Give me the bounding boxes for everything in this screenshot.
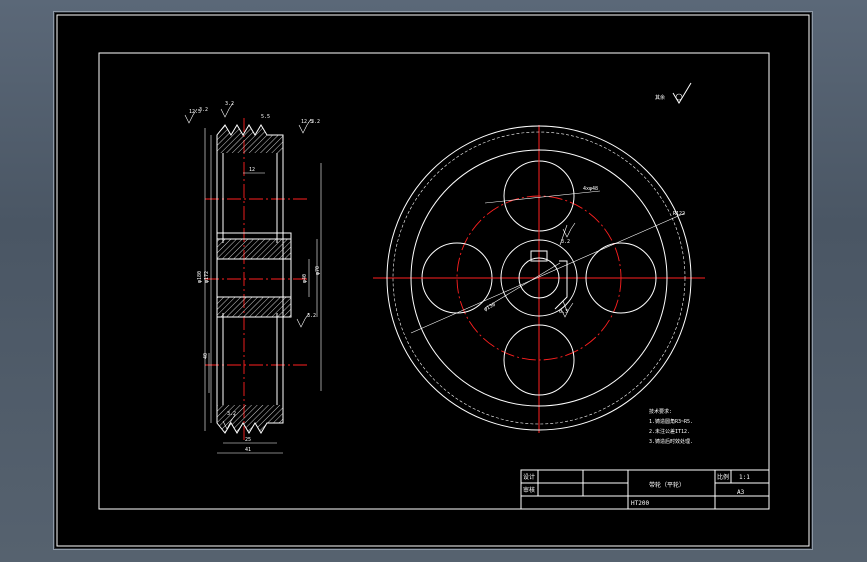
dim-top-2: 5.5 — [261, 114, 270, 120]
dim-width-25: 25 — [245, 437, 251, 443]
dim-pcd: φ130 — [483, 302, 496, 313]
roughness-note: 其余 — [655, 82, 692, 104]
tb-label-design: 设计 — [523, 473, 535, 481]
tb-label-check: 审核 — [523, 486, 535, 494]
dim-hole-spacing: 4xφ48 — [583, 186, 598, 192]
roughness-val-4: 3.2 — [307, 313, 316, 319]
roughness-symbol-key-1 — [562, 222, 576, 238]
side-section-view: 12.5 5.5 12.5 12 φ180 φ172 φ40 φ70 40 25… — [184, 101, 322, 454]
hub-upper-hatch — [217, 239, 291, 259]
tech-req-item-1: 1.铸造圆角R3~R5. — [649, 418, 693, 425]
title-block: 设计 审核 带轮（平轮） HT200 比例 1:1 A3 — [520, 469, 770, 510]
tb-part-name: 带轮（平轮） — [649, 481, 685, 489]
dim-outer-radius: R122 — [673, 211, 685, 217]
dim-d40: φ40 — [302, 274, 308, 283]
dim-key-1: 3.2 — [561, 239, 570, 245]
tech-req-item-2: 2.未注公差IT12. — [649, 428, 690, 435]
cad-viewport[interactable]: 12.5 5.5 12.5 12 φ180 φ172 φ40 φ70 40 25… — [55, 13, 811, 548]
roughness-note-label: 其余 — [655, 94, 665, 101]
roughness-val-2: 3.2 — [225, 101, 234, 107]
leader-hole-spacing — [484, 190, 601, 204]
sheet-outer-border — [56, 14, 810, 547]
dim-d180: φ180 — [197, 271, 203, 283]
cad-drawing: 12.5 5.5 12.5 12 φ180 φ172 φ40 φ70 40 25… — [56, 14, 810, 547]
roughness-val-5: 3.2 — [227, 411, 236, 417]
keyway — [216, 232, 292, 240]
front-view: 4xφ48 R122 φ130 3.2 6.3 — [373, 125, 705, 433]
tech-req-item-3: 3.铸造后时效处理. — [649, 438, 693, 445]
roughness-val-3: 3.2 — [311, 119, 320, 125]
dim-d70: φ70 — [315, 266, 321, 275]
tech-requirements: 技术要求: 1.铸造圆角R3~R5. 2.未注公差IT12. 3.铸造后时效处理… — [649, 408, 693, 445]
roughness-note-circle — [675, 93, 683, 101]
dim-web-40: 40 — [203, 353, 209, 359]
tech-req-title: 技术要求: — [649, 408, 672, 415]
hub-lower-hatch — [217, 297, 291, 317]
dim-d172: φ172 — [204, 271, 210, 283]
rim-upper-hatch — [217, 125, 283, 153]
tb-label-ratio: 比例 — [717, 473, 729, 481]
dim-width-41: 41 — [245, 447, 251, 453]
tb-ratio-value: 1:1 — [739, 474, 750, 481]
leader-pcd — [484, 262, 561, 309]
roughness-val-1: 3.2 — [199, 107, 208, 113]
dim-groove-width: 12 — [249, 167, 255, 173]
tb-sheet: A3 — [737, 489, 745, 496]
roughness-note-symbol — [672, 82, 692, 104]
tb-code: HT200 — [631, 500, 649, 507]
